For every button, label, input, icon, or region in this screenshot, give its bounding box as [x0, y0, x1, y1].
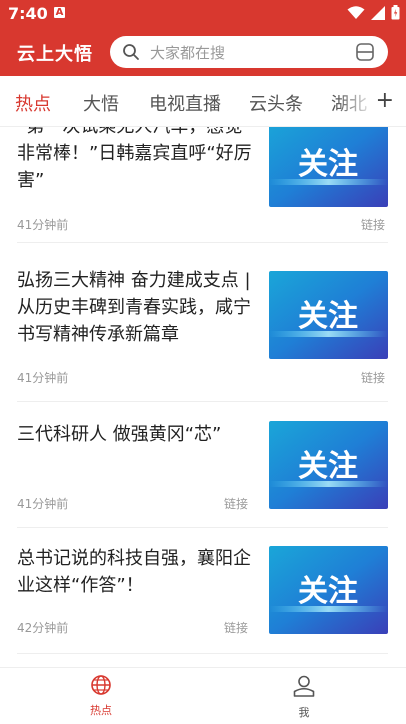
signal-icon: [371, 5, 385, 20]
add-channel-icon[interactable]: +: [371, 88, 394, 113]
thumbnail-text: 关注: [298, 299, 358, 334]
list-item[interactable]: 三代科研人 做强黄冈“芯” 41分钟前 链接 关注: [0, 421, 406, 529]
thumbnail-text: 关注: [298, 147, 358, 182]
article-thumbnail: 关注: [269, 546, 388, 634]
nav-label: 我: [298, 706, 310, 719]
news-feed: “第一次试乘无人汽车，感觉非常棒！”日韩嘉宾直呼“好厉害” 41分钟前 链接 关…: [0, 127, 406, 667]
tab-cloud-headlines[interactable]: 云头条: [249, 90, 303, 116]
search-icon: [123, 44, 139, 60]
divider: [17, 401, 388, 402]
tab-tv-live[interactable]: 电视直播: [149, 90, 221, 116]
article-link[interactable]: 链接: [361, 216, 385, 233]
wifi-icon: [347, 5, 365, 19]
article-link[interactable]: 链接: [361, 369, 385, 386]
article-title: 三代科研人 做强黄冈“芯”: [17, 424, 222, 445]
divider: [17, 527, 388, 528]
search-placeholder: 大家都在搜: [150, 44, 226, 62]
article-thumbnail: 关注: [269, 127, 388, 207]
thumbnail-text: 关注: [298, 449, 358, 484]
article-link[interactable]: 链接: [224, 495, 248, 512]
article-time: 41分钟前: [17, 218, 69, 232]
article-thumbnail: 关注: [269, 271, 388, 359]
list-item[interactable]: “第一次试乘无人汽车，感觉非常棒！”日韩嘉宾直呼“好厉害” 41分钟前 链接 关…: [0, 127, 406, 243]
status-time: 7:40: [8, 4, 48, 23]
system-icons: [347, 5, 400, 20]
tab-hot[interactable]: 热点: [15, 90, 51, 116]
tab-dawu[interactable]: 大悟: [83, 90, 119, 116]
list-item[interactable]: 总书记说的科技自强，襄阳企业这样“作答”！ 42分钟前 链接 关注: [0, 545, 406, 657]
nav-item-me[interactable]: 我: [264, 674, 344, 720]
person-icon: [293, 675, 315, 697]
divider: [17, 653, 388, 654]
bottom-navigation: 热点 我: [0, 667, 406, 724]
article-thumbnail: 关注: [269, 421, 388, 509]
search-bar[interactable]: 大家都在搜: [110, 36, 388, 68]
list-item[interactable]: 弘扬三大精神 奋力建成支点 | 从历史丰碑到青春实践，咸宁书写精神传承新篇章 4…: [0, 267, 406, 402]
thumbnail-text: 关注: [298, 574, 358, 609]
notification-a-icon: A: [54, 7, 65, 18]
article-link[interactable]: 链接: [224, 619, 248, 636]
scan-icon[interactable]: [356, 43, 374, 61]
nav-item-hot[interactable]: 热点: [61, 674, 141, 718]
article-title: 总书记说的科技自强，襄阳企业这样“作答”！: [17, 548, 251, 596]
status-bar: 7:40 A: [0, 0, 406, 28]
globe-icon: [91, 675, 111, 695]
article-time: 41分钟前: [17, 497, 69, 511]
app-header: 云上大悟 大家都在搜: [0, 28, 406, 76]
tab-fade-overlay: [336, 76, 376, 126]
battery-icon: [391, 5, 400, 20]
article-title: “第一次试乘无人汽车，感觉非常棒！”日韩嘉宾直呼“好厉害”: [17, 127, 252, 191]
app-title: 云上大悟: [17, 44, 93, 65]
article-time: 41分钟前: [17, 371, 69, 385]
nav-label: 热点: [90, 704, 112, 717]
article-time: 42分钟前: [17, 621, 69, 635]
channel-tabs: 热点 大悟 电视直播 云头条 湖北 +: [0, 76, 406, 127]
divider: [17, 242, 388, 243]
article-title: 弘扬三大精神 奋力建成支点 | 从历史丰碑到青春实践，咸宁书写精神传承新篇章: [17, 270, 251, 345]
